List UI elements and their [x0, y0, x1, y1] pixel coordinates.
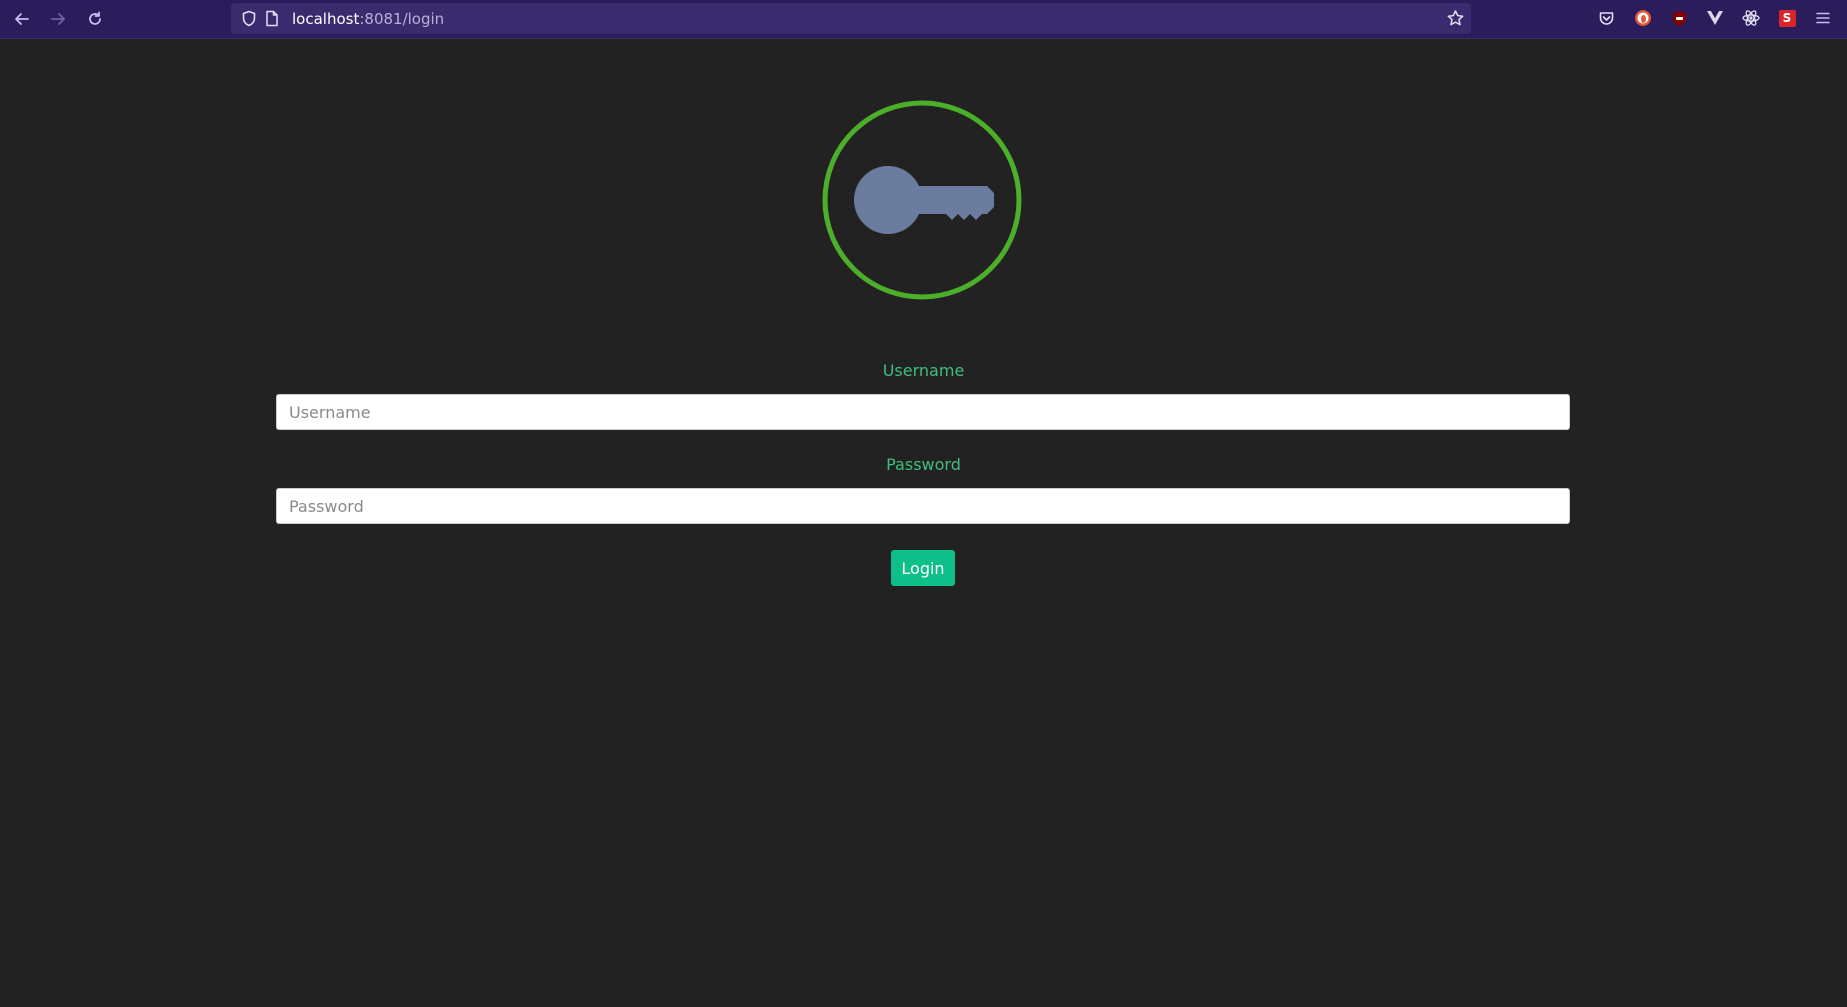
browser-toolbar: localhost:8081/login S — [0, 0, 1847, 39]
login-logo — [822, 100, 1022, 300]
arrow-left-icon — [15, 13, 29, 25]
username-label: Username — [882, 361, 965, 380]
vue-devtools-button[interactable] — [1705, 8, 1725, 28]
menu-icon — [1816, 12, 1830, 24]
url-host: localhost — [292, 10, 360, 28]
forward-button[interactable] — [45, 6, 71, 32]
reload-button[interactable] — [82, 6, 108, 32]
reload-icon — [89, 11, 101, 25]
vue-devtools-icon — [1707, 11, 1723, 25]
page-icon[interactable] — [265, 10, 279, 27]
login-button[interactable]: Login — [891, 550, 955, 586]
url-path: :8081/login — [359, 10, 445, 28]
key-icon — [822, 100, 1022, 300]
duckduckgo-button[interactable] — [1633, 8, 1653, 28]
pocket-icon — [1599, 11, 1613, 25]
key-shape — [854, 166, 994, 234]
back-button[interactable] — [9, 6, 35, 32]
address-bar[interactable]: localhost:8081/login — [231, 3, 1471, 34]
password-label: Password — [886, 455, 961, 474]
s-extension-icon: S — [1778, 9, 1796, 27]
menu-button[interactable] — [1813, 8, 1833, 28]
ublock-button[interactable] — [1669, 8, 1689, 28]
s-extension-button[interactable]: S — [1777, 8, 1797, 28]
url-text[interactable]: localhost:8081/login — [292, 10, 444, 28]
username-input[interactable] — [276, 394, 1570, 430]
arrow-right-icon — [51, 13, 65, 25]
shield-icon[interactable] — [241, 10, 257, 27]
ublock-icon — [1672, 10, 1686, 26]
bookmark-star-icon[interactable] — [1446, 9, 1465, 28]
react-devtools-button[interactable] — [1741, 8, 1761, 28]
pocket-button[interactable] — [1596, 8, 1616, 28]
s-extension-label: S — [1782, 10, 1792, 25]
react-devtools-icon — [1742, 10, 1760, 26]
duckduckgo-icon — [1635, 10, 1651, 26]
password-input[interactable] — [276, 488, 1570, 524]
